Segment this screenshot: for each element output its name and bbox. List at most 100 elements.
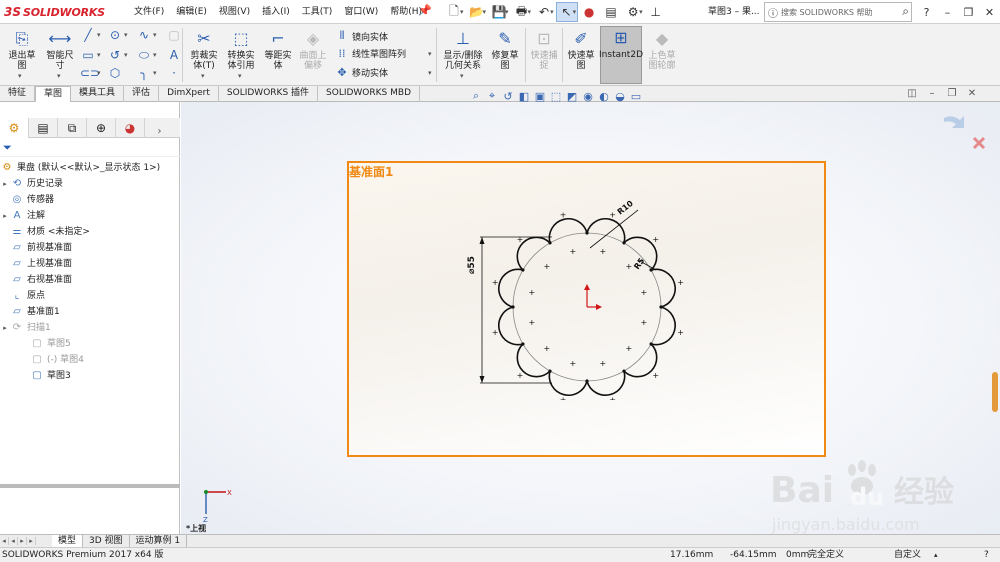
slot-icon[interactable]: ⊂⊃ [80, 66, 100, 80]
tree-item[interactable]: ▱ 右视基准面 [0, 272, 180, 288]
chevron-down-icon[interactable]: ▾ [18, 72, 22, 80]
text-icon[interactable]: A [166, 48, 182, 62]
search-icon[interactable]: ⌕ [902, 4, 909, 19]
menu-edit[interactable]: 编辑(E) [170, 0, 213, 24]
chevron-down-icon[interactable]: ▾ [97, 31, 101, 39]
property-manager-tab-icon[interactable]: ▤ [29, 118, 58, 138]
cancel-sketch-icon[interactable] [972, 136, 986, 150]
tree-item[interactable]: ▱ 前视基准面 [0, 240, 180, 256]
minimize-icon[interactable]: – [937, 6, 958, 19]
chevron-down-icon[interactable]: ▾ [153, 31, 157, 39]
tree-filter[interactable]: ⏷ [0, 139, 180, 157]
pane-splitter[interactable] [0, 484, 180, 488]
tree-item[interactable]: ▢ 草图3 [0, 368, 180, 384]
display-manager-tab-icon[interactable]: ◕ [116, 118, 145, 138]
chevron-down-icon[interactable]: ▾ [57, 72, 61, 80]
diameter-dimension-text[interactable]: ⌀55 [467, 256, 477, 274]
chevron-down-icon[interactable]: ▾ [124, 31, 128, 39]
status-units[interactable]: 自定义 [894, 548, 921, 562]
chevron-down-icon[interactable]: ▾ [573, 8, 577, 16]
petal-arc[interactable] [650, 306, 676, 346]
petal-endpoint[interactable] [649, 268, 653, 272]
petal-endpoint[interactable] [521, 342, 525, 346]
tree-item[interactable]: ▢ 草图5 [0, 336, 180, 352]
tree-item[interactable]: ▸ A 注解 [0, 208, 180, 224]
tab-addins[interactable]: SOLIDWORKS 插件 [219, 86, 319, 102]
repair-sketch-button[interactable]: ✎ 修复草 图 [487, 28, 523, 72]
prev-tab-arrow-icon[interactable]: ◂ [9, 537, 18, 545]
line-icon[interactable]: ╱ [80, 28, 96, 42]
tab-sketch[interactable]: 草图 [35, 86, 72, 102]
menu-view[interactable]: 视图(V) [213, 0, 256, 24]
sketch-flower[interactable]: ++++++++++++++++++++++++ ⌀55 R10 R5 [460, 200, 690, 400]
offset-on-surface-button[interactable]: ◈ 曲面上 偏移 [296, 28, 330, 72]
view-settings-icon[interactable]: ▭ [628, 90, 644, 103]
rapid-sketch-button[interactable]: ✐ 快速草 图 [564, 28, 598, 72]
petal-arc[interactable] [498, 268, 524, 308]
file-properties-icon[interactable]: ▤ [600, 2, 622, 22]
pin-icon[interactable]: 📌 [418, 4, 432, 17]
menu-insert[interactable]: 插入(I) [256, 0, 296, 24]
expand-arrow-icon[interactable]: ▸ [0, 208, 10, 224]
quick-snaps-button[interactable]: ⊡ 快速捕 捉 [527, 28, 561, 72]
tab-motion-study-1[interactable]: 运动算例 1 [130, 535, 188, 547]
chevron-down-icon[interactable]: ▾ [460, 8, 464, 16]
minimize-icon[interactable]: – [922, 88, 942, 99]
pin-toolbar-icon[interactable]: ⊥ [645, 2, 667, 22]
menu-file[interactable]: 文件(F) [128, 0, 170, 24]
petal-endpoint[interactable] [511, 305, 515, 309]
polygon-icon[interactable]: ⬡ [107, 66, 123, 80]
previous-view-icon[interactable]: ↺ [500, 90, 516, 103]
expand-arrow-icon[interactable]: ▸ [0, 320, 10, 336]
trim-entities-button[interactable]: ✂ 剪裁实 体(T) [186, 28, 222, 72]
first-tab-arrow-icon[interactable]: ◂ [0, 537, 9, 545]
filter-icon[interactable]: ⏷ [3, 141, 12, 155]
restore-icon[interactable]: ❐ [958, 6, 979, 19]
chevron-down-icon[interactable]: ▾ [201, 72, 205, 80]
last-tab-arrow-icon[interactable]: ▸ [27, 537, 36, 545]
expand-arrow-icon[interactable]: ▸ [0, 176, 10, 192]
tab-dimxpert[interactable]: DimXpert [159, 86, 219, 102]
help-search-box[interactable]: ⓘ 搜索 SOLIDWORKS 帮助 ⌕ [764, 2, 912, 22]
exit-sketch-button[interactable]: ⎘ 退出草 图 [3, 28, 41, 72]
search-input[interactable]: 搜索 SOLIDWORKS 帮助 [781, 7, 873, 18]
petal-endpoint[interactable] [622, 369, 626, 373]
dimxpert-manager-tab-icon[interactable]: ⊕ [87, 118, 116, 138]
linear-pattern-button[interactable]: ⁞⁞ 线性草图阵列 [334, 47, 407, 60]
fillet-icon[interactable]: ╮ [136, 66, 152, 80]
radius-dimension-text-2[interactable]: R5 [632, 256, 646, 271]
close-icon[interactable]: ✕ [962, 88, 982, 99]
smart-dimension-button[interactable]: ⟷ 智能尺 寸 [43, 28, 77, 72]
chevron-down-icon[interactable]: ▾ [97, 69, 101, 77]
restore-icon[interactable]: ❐ [942, 88, 962, 99]
shaded-sketch-contours-button[interactable]: ◆ 上色草 图轮廓 [644, 28, 680, 72]
chevron-down-icon[interactable]: ▾ [153, 69, 157, 77]
tree-item[interactable]: ▱ 上视基准面 [0, 256, 180, 272]
tab-mold-tools[interactable]: 模具工具 [71, 86, 125, 102]
chevron-down-icon[interactable]: ▾ [505, 8, 509, 16]
petal-arc[interactable] [498, 306, 524, 346]
zoom-area-icon[interactable]: ⌖ [484, 89, 500, 103]
menu-tools[interactable]: 工具(T) [296, 0, 339, 24]
offset-entities-button[interactable]: ⌐ 等距实 体 [260, 28, 296, 72]
chevron-down-icon[interactable]: ▾ [460, 72, 464, 80]
tree-item[interactable]: ▸ ⟳ 扫描1 [0, 320, 180, 336]
petal-endpoint[interactable] [649, 342, 653, 346]
hide-show-items-icon[interactable]: ◉ [580, 90, 596, 103]
arc-icon[interactable]: ↺ [107, 48, 123, 62]
traffic-light-icon[interactable]: ● [578, 2, 600, 22]
convert-entities-button[interactable]: ⬚ 转换实 体引用 [222, 28, 260, 72]
configuration-manager-tab-icon[interactable]: ⧉ [58, 118, 87, 138]
mirror-entities-button[interactable]: ⫴ 镜向实体 [334, 29, 388, 43]
solidworks-logo[interactable]: 3S SOLIDWORKS [4, 3, 116, 21]
dynamic-annotation-icon[interactable]: ▣ [532, 90, 548, 103]
ellipse-icon[interactable]: ⬭ [136, 48, 152, 63]
next-tab-arrow-icon[interactable]: ▸ [18, 537, 27, 545]
spline-icon[interactable]: ∿ [136, 28, 152, 42]
menu-window[interactable]: 窗口(W) [338, 0, 384, 24]
move-entities-button[interactable]: ✥ 移动实体 [334, 66, 388, 79]
petal-arc[interactable] [548, 370, 588, 396]
chevron-right-icon[interactable]: › [145, 121, 174, 141]
display-style-icon[interactable]: ◩ [564, 90, 580, 103]
help-question-icon[interactable]: ? [916, 6, 937, 19]
